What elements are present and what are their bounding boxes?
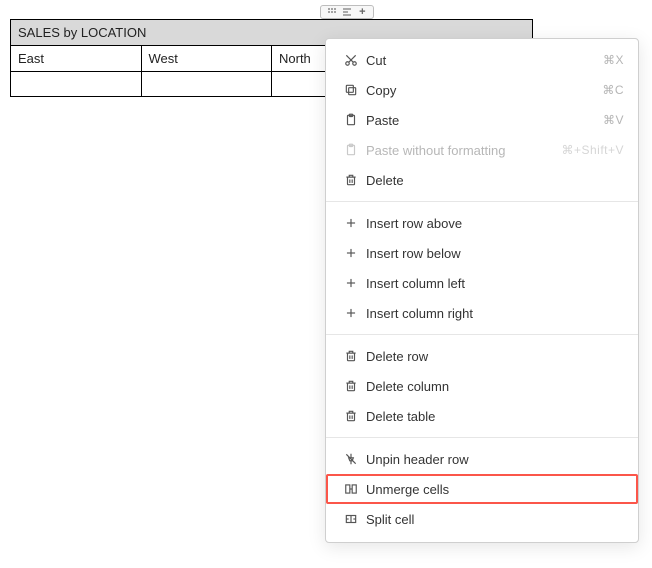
- menu-label: Delete: [362, 173, 624, 188]
- menu-paste-without-formatting: Paste without formatting ⌘+Shift+V: [326, 135, 638, 165]
- menu-split-cell[interactable]: Split cell: [326, 504, 638, 534]
- context-menu: Cut ⌘X Copy ⌘C Paste ⌘V Paste without fo…: [325, 38, 639, 543]
- paste-plain-icon: [340, 143, 362, 157]
- trash-icon: [340, 409, 362, 423]
- menu-delete[interactable]: Delete: [326, 165, 638, 195]
- menu-delete-table[interactable]: Delete table: [326, 401, 638, 431]
- menu-unmerge-cells[interactable]: Unmerge cells: [326, 474, 638, 504]
- menu-shortcut: ⌘+Shift+V: [561, 143, 624, 157]
- menu-delete-row[interactable]: Delete row: [326, 341, 638, 371]
- menu-label: Cut: [362, 53, 603, 68]
- menu-label: Copy: [362, 83, 602, 98]
- align-left-icon[interactable]: [341, 6, 353, 18]
- plus-icon: [340, 306, 362, 320]
- trash-icon: [340, 349, 362, 363]
- unmerge-icon: [340, 482, 362, 496]
- menu-label: Delete column: [362, 379, 624, 394]
- menu-insert-column-left[interactable]: Insert column left: [326, 268, 638, 298]
- col-header-cell[interactable]: West: [141, 46, 272, 72]
- menu-cut[interactable]: Cut ⌘X: [326, 45, 638, 75]
- menu-label: Delete row: [362, 349, 624, 364]
- paste-icon: [340, 113, 362, 127]
- menu-insert-row-below[interactable]: Insert row below: [326, 238, 638, 268]
- plus-icon: [340, 276, 362, 290]
- copy-icon: [340, 83, 362, 97]
- menu-label: Insert row below: [362, 246, 624, 261]
- table-cell[interactable]: [141, 72, 272, 97]
- menu-label: Insert column left: [362, 276, 624, 291]
- trash-icon: [340, 379, 362, 393]
- menu-label: Delete table: [362, 409, 624, 424]
- menu-paste[interactable]: Paste ⌘V: [326, 105, 638, 135]
- drag-handle-icon[interactable]: [326, 6, 338, 18]
- menu-label: Split cell: [362, 512, 624, 527]
- cut-icon: [340, 53, 362, 67]
- plus-icon: [340, 216, 362, 230]
- menu-label: Unpin header row: [362, 452, 624, 467]
- menu-label: Insert row above: [362, 216, 624, 231]
- menu-shortcut: ⌘C: [602, 83, 624, 97]
- table-cell[interactable]: [11, 72, 142, 97]
- menu-insert-column-right[interactable]: Insert column right: [326, 298, 638, 328]
- menu-separator: [326, 437, 638, 438]
- menu-shortcut: ⌘V: [603, 113, 624, 127]
- menu-separator: [326, 201, 638, 202]
- menu-separator: [326, 334, 638, 335]
- menu-insert-row-above[interactable]: Insert row above: [326, 208, 638, 238]
- plus-icon[interactable]: +: [356, 6, 368, 18]
- menu-shortcut: ⌘X: [603, 53, 624, 67]
- unpin-icon: [340, 452, 362, 466]
- trash-icon: [340, 173, 362, 187]
- col-header-cell[interactable]: East: [11, 46, 142, 72]
- menu-label: Paste: [362, 113, 603, 128]
- menu-copy[interactable]: Copy ⌘C: [326, 75, 638, 105]
- menu-label: Insert column right: [362, 306, 624, 321]
- table-toolbar[interactable]: +: [320, 5, 374, 19]
- menu-label: Unmerge cells: [362, 482, 624, 497]
- menu-unpin-header-row[interactable]: Unpin header row: [326, 444, 638, 474]
- menu-label: Paste without formatting: [362, 143, 561, 158]
- plus-icon: [340, 246, 362, 260]
- split-cell-icon: [340, 512, 362, 526]
- menu-delete-column[interactable]: Delete column: [326, 371, 638, 401]
